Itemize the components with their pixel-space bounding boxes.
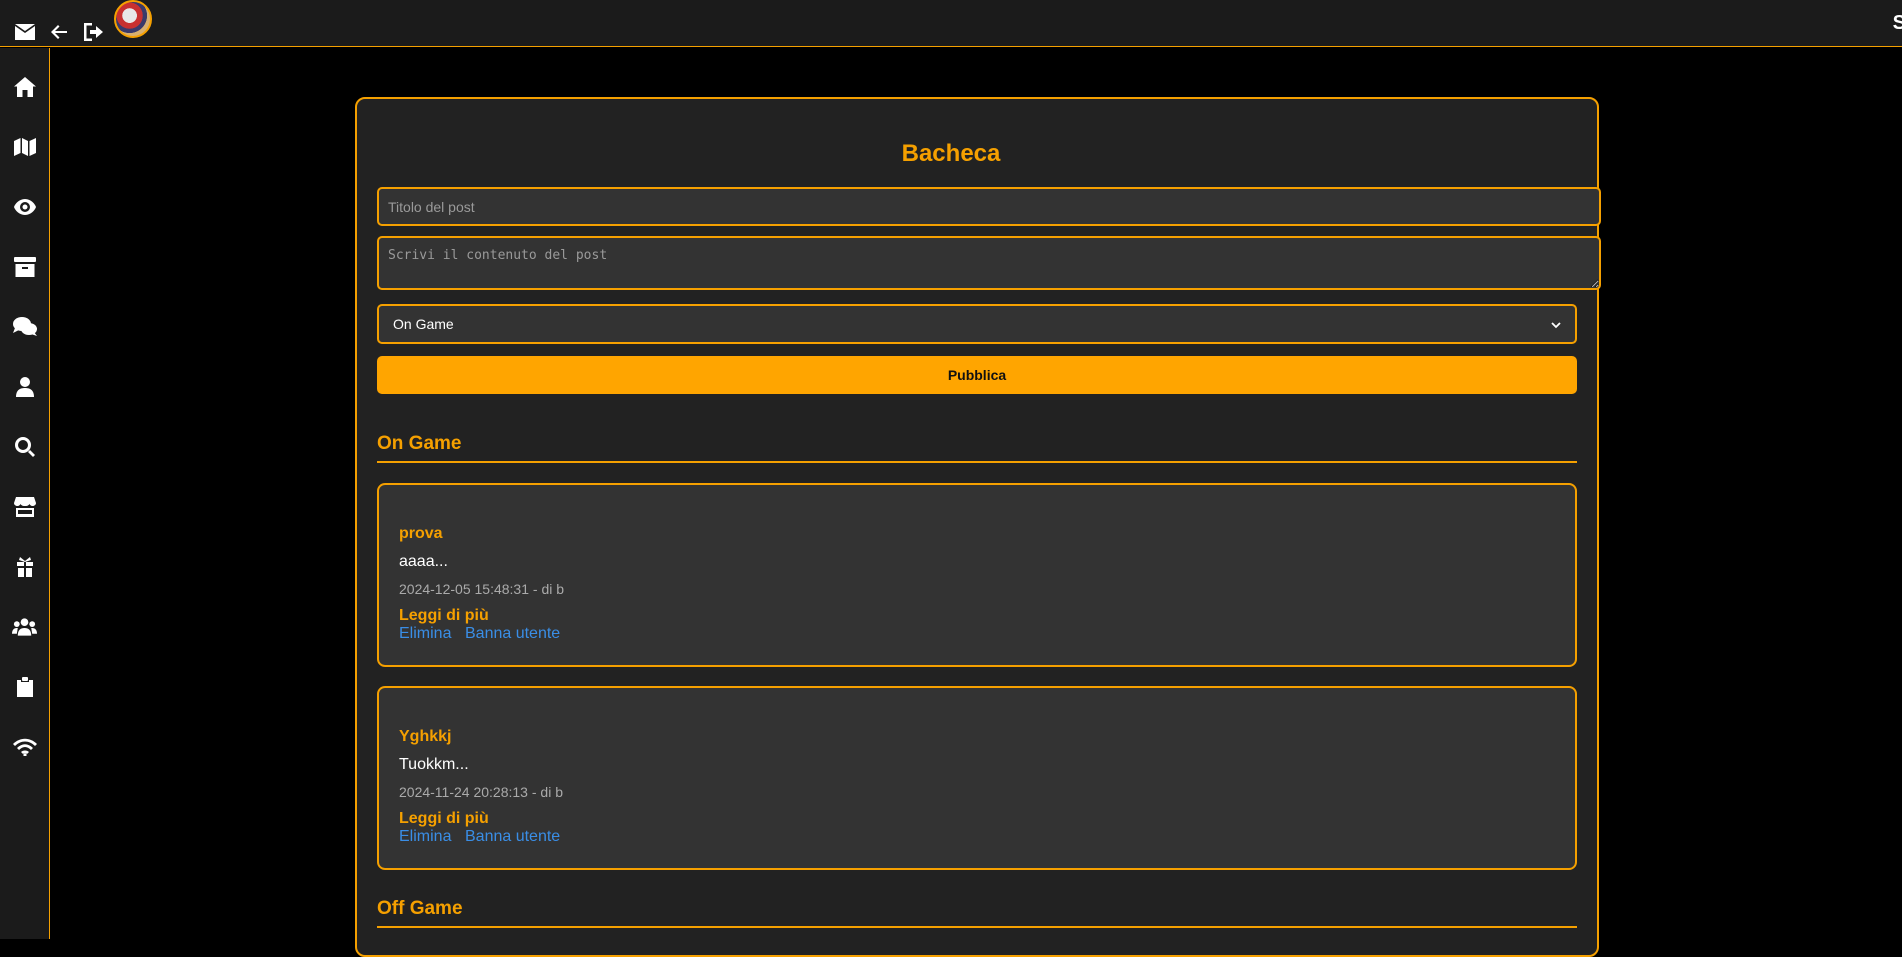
post-card: Yghkkj Tuokkm... 2024-11-24 20:28:13 - d…: [377, 686, 1577, 870]
post-title-input[interactable]: [377, 187, 1601, 226]
archive-icon[interactable]: [12, 254, 37, 279]
chevron-down-icon: [1551, 316, 1561, 332]
clipboard-icon[interactable]: [12, 674, 37, 699]
read-more-link[interactable]: Leggi di più: [399, 607, 489, 625]
post-card: prova aaaa... 2024-12-05 15:48:31 - di b…: [377, 483, 1577, 667]
ban-user-link[interactable]: Banna utente: [465, 828, 560, 846]
eye-icon[interactable]: [12, 194, 37, 219]
mail-icon[interactable]: [14, 21, 36, 43]
post-title: prova: [399, 525, 443, 542]
post-meta: 2024-12-05 15:48:31 - di b: [399, 581, 565, 597]
post-excerpt: Tuokkm...: [399, 756, 469, 773]
sidebar: [0, 48, 50, 939]
gift-icon[interactable]: [12, 554, 37, 579]
home-icon[interactable]: [12, 74, 37, 99]
post-excerpt: aaaa...: [399, 553, 448, 570]
post-title: Yghkkj: [399, 728, 452, 745]
search-icon[interactable]: [12, 434, 37, 459]
post-content-textarea[interactable]: [377, 236, 1601, 290]
category-select[interactable]: On Game: [377, 304, 1577, 344]
publish-button[interactable]: Pubblica: [377, 356, 1577, 394]
category-select-value: On Game: [393, 316, 454, 332]
wifi-icon[interactable]: [12, 734, 37, 759]
delete-link[interactable]: Elimina: [399, 625, 451, 643]
user-icon[interactable]: [12, 374, 37, 399]
users-icon[interactable]: [12, 614, 37, 639]
ban-user-link[interactable]: Banna utente: [465, 625, 560, 643]
delete-link[interactable]: Elimina: [399, 828, 451, 846]
read-more-link[interactable]: Leggi di più: [399, 810, 489, 828]
avatar[interactable]: [114, 0, 152, 38]
logout-icon[interactable]: [83, 21, 105, 43]
page-title: Bacheca: [901, 140, 1001, 167]
store-icon[interactable]: [12, 494, 37, 519]
top-bar: S: [0, 0, 1902, 47]
back-arrow-icon[interactable]: [48, 21, 70, 43]
section-heading-on-game: On Game: [377, 433, 1577, 463]
chat-icon[interactable]: [12, 314, 37, 339]
header-right-text: S: [1892, 12, 1902, 34]
post-meta: 2024-11-24 20:28:13 - di b: [399, 784, 563, 800]
section-heading-off-game: Off Game: [377, 898, 1577, 928]
